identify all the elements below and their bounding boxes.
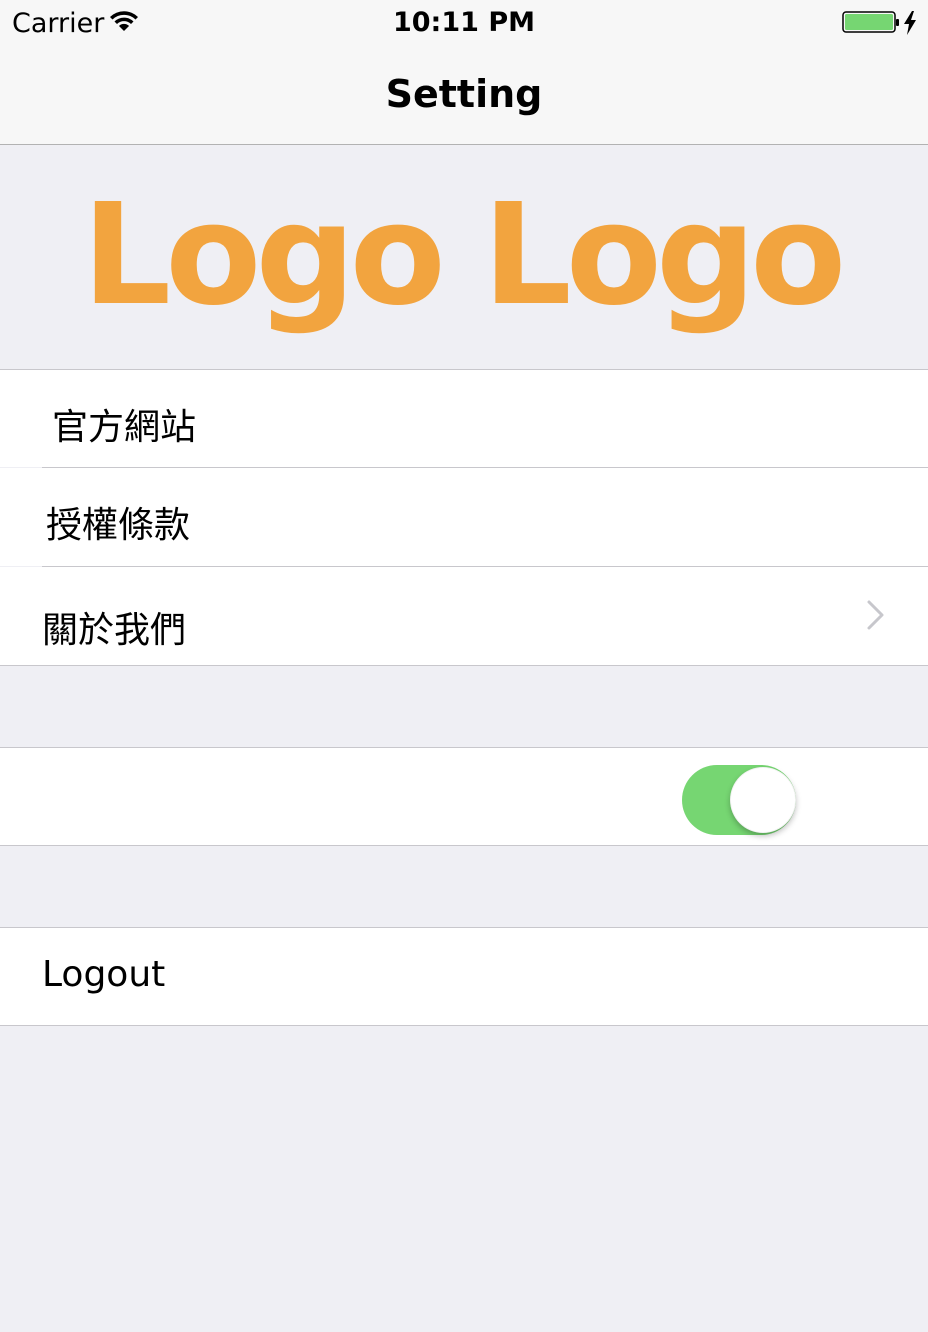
status-time: 10:11 PM	[392, 7, 535, 38]
menu-item-about-us[interactable]: 關於我們	[0, 567, 928, 665]
logout-button[interactable]: Logout	[0, 928, 928, 1025]
logo: Logo Logo	[82, 174, 846, 337]
menu-item-license-terms[interactable]: 授權條款	[0, 468, 928, 566]
chevron-right-icon	[866, 599, 886, 635]
menu-item-label: 官方網站	[52, 407, 197, 448]
page-title: Setting	[385, 72, 543, 116]
logout-label: Logout	[42, 954, 166, 995]
toggle-cell	[0, 748, 928, 845]
toggle-switch[interactable]	[682, 765, 796, 835]
menu-item-official-website[interactable]: 官方網站	[0, 370, 928, 467]
toggle-knob	[730, 767, 796, 833]
divider	[0, 845, 928, 846]
status-bar: Carrier 10:11 PM	[0, 0, 928, 48]
divider	[0, 665, 928, 666]
navigation-bar: Setting	[0, 48, 928, 145]
divider	[0, 1025, 928, 1026]
menu-item-label: 授權條款	[46, 505, 191, 546]
battery-charging-icon	[842, 10, 918, 40]
menu-item-label: 關於我們	[42, 610, 187, 651]
